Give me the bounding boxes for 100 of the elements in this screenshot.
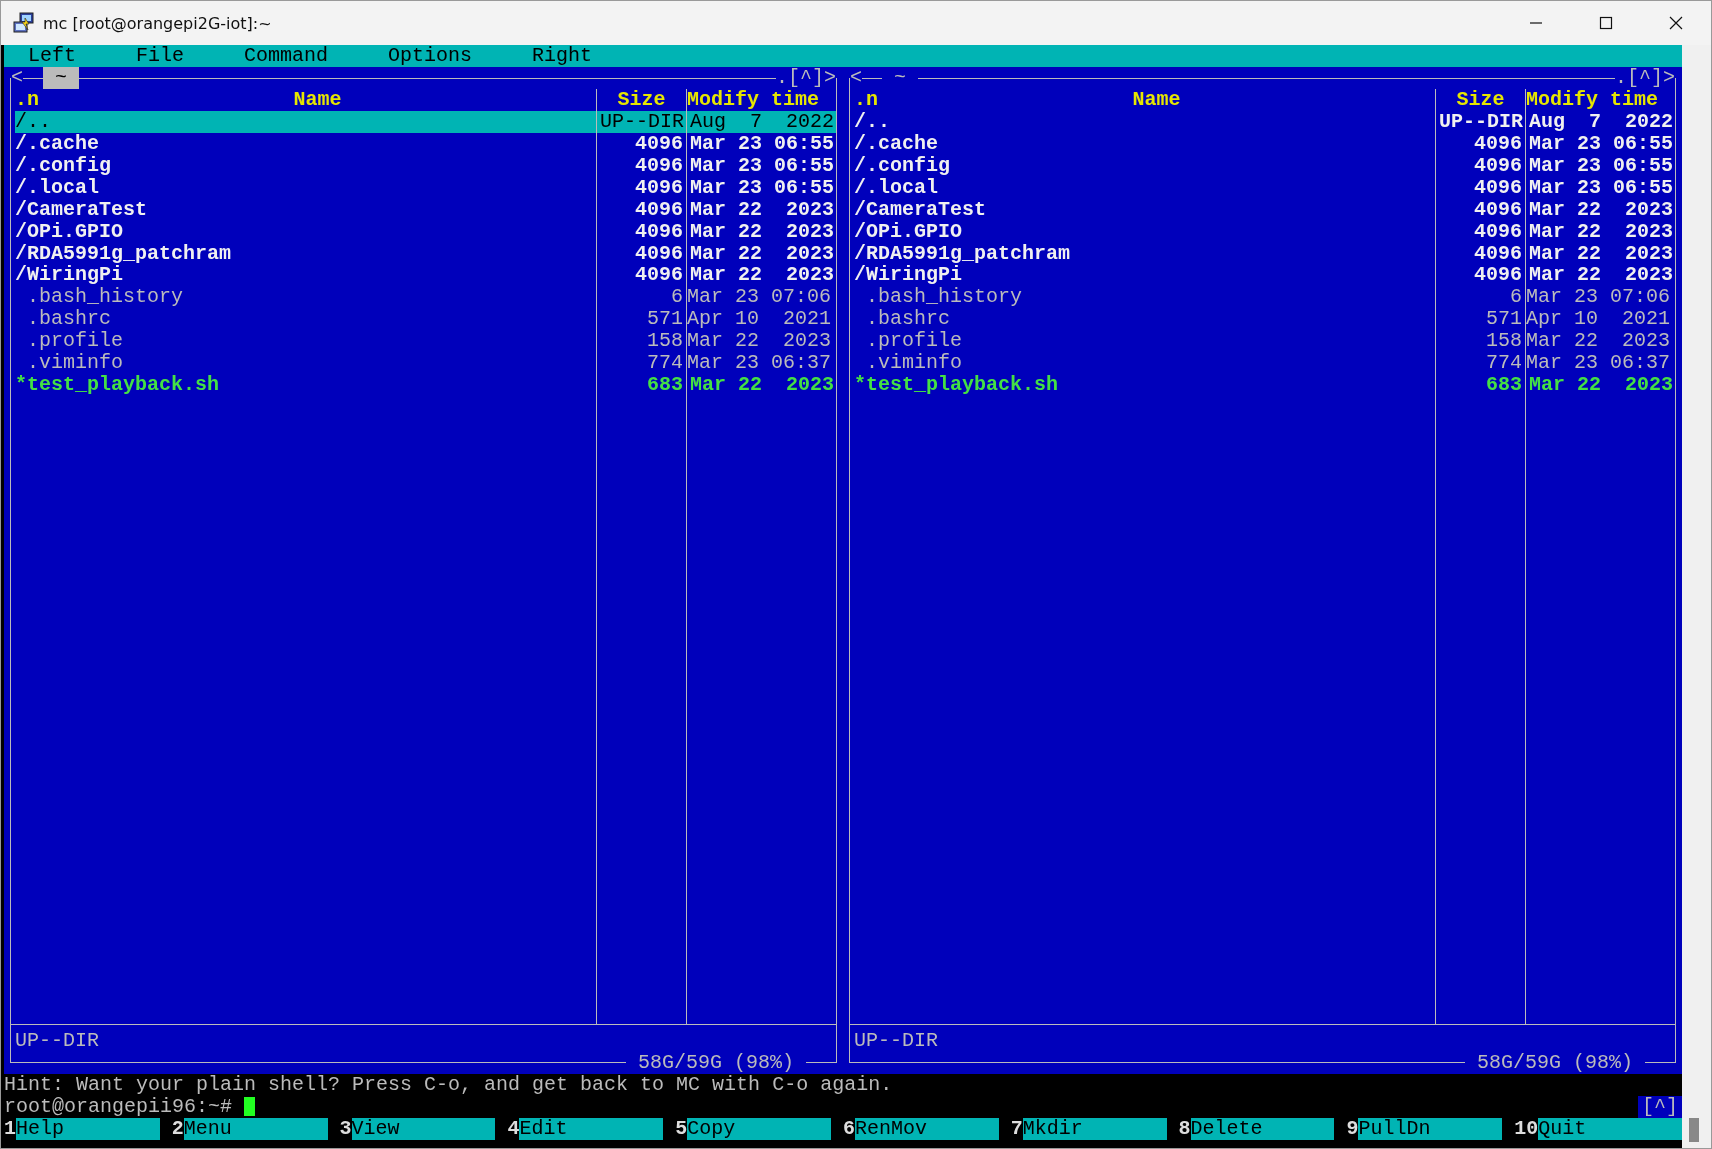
file-name[interactable]: /.cache	[15, 133, 596, 155]
file-size: 4096	[633, 198, 684, 221]
file-date: Mar 22 2023	[687, 330, 832, 352]
file-date: Mar 23 07:06	[687, 286, 832, 309]
file-date: Mar 22 2023	[1526, 330, 1671, 352]
file-date: Mar 23 07:06	[1526, 286, 1671, 309]
file-name[interactable]: .bashrc	[854, 308, 1435, 331]
file-size: 4096	[1472, 133, 1523, 155]
menu-item[interactable]: Left	[28, 45, 76, 67]
file-date: Mar 23 06:55	[1528, 133, 1674, 155]
function-key[interactable]: RenMov	[855, 1118, 999, 1140]
key-number: 9	[1346, 1118, 1359, 1140]
file-name[interactable]: .profile	[854, 330, 1435, 352]
key-number: 4	[507, 1118, 520, 1140]
function-key[interactable]: Copy	[687, 1118, 831, 1140]
file-date: Apr 10 2021	[687, 308, 832, 331]
key-number: 6	[843, 1118, 855, 1140]
file-name[interactable]: /..	[15, 111, 596, 134]
column-header[interactable]: Modify time	[687, 89, 819, 112]
file-name[interactable]: .viminfo	[854, 351, 1435, 374]
hint-text: Hint: Want your plain shell? Press C-o, and get back to MC with C-o again.	[4, 1074, 893, 1097]
file-size: 4096	[633, 176, 684, 199]
column-header[interactable]: Name	[293, 89, 342, 112]
sort-indicator[interactable]: .n	[15, 89, 39, 112]
file-size: 158	[1484, 330, 1523, 352]
file-date: Mar 23 06:55	[689, 133, 835, 155]
file-date: Mar 22 2023	[1528, 198, 1674, 221]
key-number: 8	[1178, 1118, 1191, 1140]
function-key[interactable]: Quit	[1538, 1118, 1682, 1140]
file-name[interactable]: /..	[854, 111, 1435, 134]
close-icon	[1669, 16, 1683, 30]
file-name[interactable]: /.cache	[854, 133, 1435, 155]
file-name[interactable]: /WiringPi	[854, 264, 1435, 287]
menu-item[interactable]: Right	[532, 45, 593, 67]
file-name[interactable]: /RDA5991g_patchram	[15, 242, 596, 265]
column-header[interactable]: Modify time	[1526, 89, 1658, 112]
file-name[interactable]: *test_playback.sh	[854, 373, 1435, 396]
file-name[interactable]: /RDA5991g_patchram	[854, 242, 1435, 265]
file-name[interactable]: /.local	[854, 176, 1435, 199]
function-key[interactable]: Edit	[519, 1118, 664, 1140]
file-size: 158	[645, 330, 684, 352]
key-number: 5	[675, 1118, 688, 1140]
file-size: 6	[669, 286, 684, 309]
function-key[interactable]: Menu	[183, 1118, 328, 1140]
file-date: Mar 22 2023	[1528, 242, 1674, 265]
menu-item[interactable]: Command	[244, 45, 329, 67]
file-name[interactable]: /.config	[15, 154, 596, 177]
column-header[interactable]: Name	[1132, 89, 1181, 112]
file-date: Aug 7 2022	[1528, 111, 1674, 134]
maximize-icon	[1599, 16, 1613, 30]
column-header[interactable]: Size	[617, 89, 666, 112]
file-name[interactable]: .bashrc	[15, 308, 596, 331]
key-number: 1	[4, 1118, 16, 1140]
file-date: Mar 22 2023	[689, 242, 835, 265]
file-size: 4096	[633, 220, 684, 243]
history-nav[interactable]: .[^]>	[1615, 67, 1675, 90]
menu-item[interactable]: File	[136, 45, 185, 67]
file-date: Aug 7 2022	[687, 111, 836, 134]
menu-item[interactable]: Options	[388, 45, 473, 67]
file-size: 4096	[1472, 154, 1523, 177]
file-name[interactable]: .bash_history	[15, 286, 596, 309]
file-name[interactable]: .bash_history	[854, 286, 1435, 309]
history-nav[interactable]: .[^]>	[776, 67, 836, 90]
file-name[interactable]: *test_playback.sh	[15, 373, 596, 396]
file-name[interactable]: /WiringPi	[15, 264, 596, 287]
file-date: Mar 22 2023	[689, 373, 835, 396]
file-name[interactable]: .profile	[15, 330, 596, 352]
scroll-thumb[interactable]	[1689, 1118, 1699, 1142]
file-name[interactable]: /CameraTest	[15, 198, 596, 221]
file-size: 4096	[633, 154, 684, 177]
file-date: Apr 10 2021	[1526, 308, 1671, 331]
disk-usage: 58G/59G (98%)	[625, 1051, 806, 1074]
file-name[interactable]: .viminfo	[15, 351, 596, 374]
file-size: 683	[645, 373, 684, 396]
function-key[interactable]: Help	[16, 1118, 160, 1140]
file-name[interactable]: /.local	[15, 176, 596, 199]
sort-indicator[interactable]: .n	[854, 89, 878, 112]
file-size: 4096	[1472, 198, 1523, 221]
file-size: 774	[1484, 351, 1523, 374]
file-size: 571	[645, 308, 684, 331]
file-size: UP--DIR	[1438, 111, 1524, 134]
file-size: 6	[1508, 286, 1523, 309]
file-size: 4096	[1472, 264, 1523, 287]
file-name[interactable]: /CameraTest	[854, 198, 1435, 221]
file-name[interactable]: /OPi.GPIO	[15, 220, 596, 243]
key-number: 10	[1514, 1118, 1539, 1140]
file-date: Mar 23 06:55	[689, 154, 835, 177]
file-name[interactable]: /.config	[854, 154, 1435, 177]
scrollbar[interactable]	[1682, 45, 1711, 1148]
file-date: Mar 23 06:55	[1528, 176, 1674, 199]
column-header[interactable]: Size	[1456, 89, 1505, 112]
function-key[interactable]: Mkdir	[1022, 1118, 1167, 1140]
subshell-indicator: [^]	[1638, 1096, 1682, 1119]
function-key[interactable]: PullDn	[1358, 1118, 1503, 1140]
function-key[interactable]: Delete	[1190, 1118, 1335, 1140]
file-name[interactable]: /OPi.GPIO	[854, 220, 1435, 243]
file-size: 571	[1484, 308, 1523, 331]
file-date: Mar 23 06:55	[689, 176, 835, 199]
key-number: 3	[339, 1118, 352, 1140]
function-key[interactable]: View	[351, 1118, 496, 1140]
